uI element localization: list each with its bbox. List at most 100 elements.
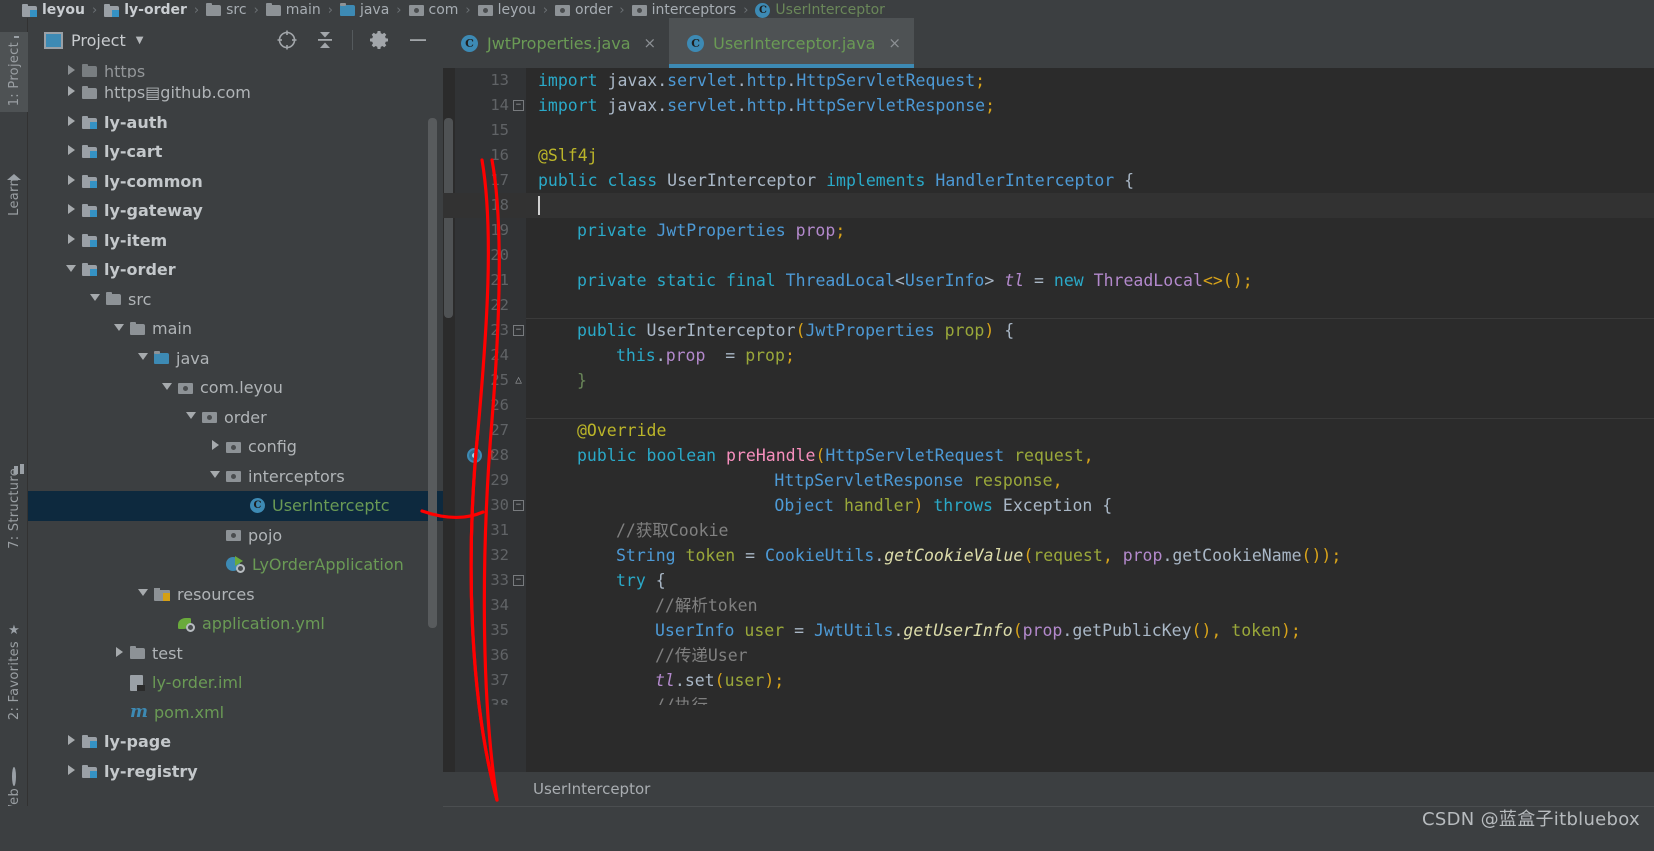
chevron-right-icon[interactable] — [208, 440, 222, 453]
code-line-24[interactable]: 24 this.prop = prop; — [443, 343, 1654, 368]
chevron-right-icon[interactable] — [64, 233, 78, 247]
tree-node-resources[interactable]: resources — [28, 580, 443, 610]
fold-end-icon[interactable]: △ — [513, 374, 524, 386]
code-line-32[interactable]: 32 String token = CookieUtils.getCookieVa… — [443, 543, 1654, 568]
code-line-38[interactable]: 38 //执行 — [443, 693, 1654, 705]
code-editor[interactable]: 13 import javax.servlet.http.HttpServletR… — [443, 68, 1654, 805]
code-line-15[interactable]: 15 — [443, 118, 1654, 143]
code-line-35[interactable]: 35 UserInfo user = JwtUtils.getUserInfo(p… — [443, 618, 1654, 643]
chevron-down-icon[interactable] — [88, 294, 102, 304]
tree-node-order[interactable]: order — [28, 403, 443, 433]
tree-node-config[interactable]: config — [28, 432, 443, 462]
breadcrumb-item-userinterceptor[interactable]: C UserInterceptor — [755, 2, 885, 18]
breadcrumb-item-src[interactable]: src — [206, 2, 247, 18]
breadcrumb-item-ly-order[interactable]: ly-order — [104, 2, 187, 18]
tree-node-ly-item[interactable]: ly-item — [28, 226, 443, 256]
tree-node-test[interactable]: test — [28, 639, 443, 669]
breadcrumb-item-main[interactable]: main — [265, 2, 321, 18]
tree-node-main[interactable]: main — [28, 314, 443, 344]
project-tree[interactable]: https https▤github.com ly-auth ly-cart ly-co… — [28, 62, 443, 842]
run-gutter-icon[interactable] — [467, 448, 482, 463]
chevron-down-icon[interactable] — [208, 471, 222, 481]
tree-node-userinterceptc[interactable]: C UserInterceptc — [28, 491, 443, 521]
chevron-right-icon[interactable] — [64, 735, 78, 748]
fold-collapse-icon[interactable]: − — [513, 325, 524, 336]
chevron-down-icon[interactable] — [112, 323, 126, 334]
code-line-27[interactable]: 27 @Override — [443, 418, 1654, 443]
gear-icon[interactable] — [369, 29, 391, 51]
code-line-33[interactable]: 33− try { — [443, 568, 1654, 593]
tool-window-tab-2-favorites[interactable]: ★ 2: Favorites — [0, 618, 28, 726]
tree-node-lyorderapplication[interactable]: LyOrderApplication — [28, 550, 443, 580]
tree-node-https-github-com[interactable]: https▤github.com — [28, 78, 443, 108]
code-line-21[interactable]: 21 private static final ThreadLocal<UserI… — [443, 268, 1654, 293]
tree-node-interceptors[interactable]: interceptors — [28, 462, 443, 492]
code-line-26[interactable]: 26 — [443, 393, 1654, 418]
minimize-icon[interactable] — [407, 29, 429, 51]
code-line-25[interactable]: 25 △} — [443, 368, 1654, 393]
tree-node-java[interactable]: java — [28, 344, 443, 374]
code-line-29[interactable]: 29 HttpServletResponse response, — [443, 468, 1654, 493]
code-lines[interactable]: 13 import javax.servlet.http.HttpServletR… — [443, 68, 1654, 805]
fold-collapse-icon[interactable]: − — [513, 500, 524, 511]
tree-node-ly-common[interactable]: ly-common — [28, 167, 443, 197]
chevron-right-icon[interactable] — [64, 115, 78, 129]
code-line-30[interactable]: 30− Object handler) throws Exception { — [443, 493, 1654, 518]
chevron-right-icon[interactable] — [64, 174, 78, 188]
code-line-20[interactable]: 20 — [443, 243, 1654, 268]
breadcrumb-item-order[interactable]: order — [555, 2, 612, 18]
breadcrumb-item-leyou[interactable]: leyou — [22, 2, 85, 18]
chevron-down-icon[interactable] — [184, 412, 198, 422]
tree-node-ly-auth[interactable]: ly-auth — [28, 108, 443, 138]
collapse-all-icon[interactable] — [314, 29, 336, 51]
fold-collapse-icon[interactable]: − — [513, 100, 524, 111]
tree-node-https[interactable]: https — [28, 64, 443, 78]
close-icon[interactable]: × — [888, 34, 901, 52]
chevron-right-icon[interactable] — [64, 764, 78, 778]
code-line-23[interactable]: 23− public UserInterceptor(JwtProperties … — [443, 318, 1654, 343]
code-line-17[interactable]: 17 public class UserInterceptor implement… — [443, 168, 1654, 193]
tool-window-tab-learn[interactable]: Learn — [0, 153, 28, 222]
code-line-22[interactable]: 22 — [443, 293, 1654, 318]
tree-node-pom-xml[interactable]: m pom.xml — [28, 698, 443, 728]
tool-window-tab-1-project[interactable]: 1: Project — [0, 32, 28, 113]
code-line-34[interactable]: 34 //解析token — [443, 593, 1654, 618]
tree-node-ly-gateway[interactable]: ly-gateway — [28, 196, 443, 226]
code-line-14[interactable]: 14− import javax.servlet.http.HttpServlet… — [443, 93, 1654, 118]
chevron-down-icon[interactable]: ▼ — [136, 35, 144, 46]
tree-node-ly-registry[interactable]: ly-registry — [28, 757, 443, 787]
tree-node-src[interactable]: src — [28, 285, 443, 315]
code-line-13[interactable]: 13 import javax.servlet.http.HttpServletR… — [443, 68, 1654, 93]
code-line-36[interactable]: 36 //传递User — [443, 643, 1654, 668]
tree-node-com-leyou[interactable]: com.leyou — [28, 373, 443, 403]
chevron-down-icon[interactable] — [136, 589, 150, 599]
editor-tab-userinterceptor-java[interactable]: C UserInterceptor.java × — [669, 18, 914, 68]
tree-node-ly-order-iml[interactable]: ly-order.iml — [28, 668, 443, 698]
close-icon[interactable]: × — [644, 34, 657, 52]
locate-icon[interactable] — [276, 29, 298, 51]
fold-collapse-icon[interactable]: − — [513, 575, 524, 586]
code-line-31[interactable]: 31 //获取Cookie — [443, 518, 1654, 543]
chevron-down-icon[interactable] — [136, 353, 150, 363]
chevron-right-icon[interactable] — [64, 86, 78, 99]
breadcrumb-item-leyou[interactable]: leyou — [477, 2, 536, 18]
tree-node-application-yml[interactable]: application.yml — [28, 609, 443, 639]
breadcrumb-item-java[interactable]: java — [339, 2, 389, 18]
chevron-right-icon[interactable] — [64, 64, 78, 78]
code-line-37[interactable]: 37 tl.set(user); — [443, 668, 1654, 693]
tree-node-ly-page[interactable]: ly-page — [28, 727, 443, 757]
code-line-16[interactable]: 16 @Slf4j — [443, 143, 1654, 168]
tree-node-ly-cart[interactable]: ly-cart — [28, 137, 443, 167]
project-tree-scrollbar[interactable] — [428, 118, 437, 628]
chevron-right-icon[interactable] — [64, 145, 78, 158]
breadcrumb-item-interceptors[interactable]: interceptors — [631, 2, 736, 18]
implementing-method-icon[interactable]: ↑ — [487, 446, 497, 462]
code-line-19[interactable]: 19 private JwtProperties prop; — [443, 218, 1654, 243]
chevron-down-icon[interactable] — [64, 264, 78, 275]
tree-node-pojo[interactable]: pojo — [28, 521, 443, 551]
chevron-right-icon[interactable] — [64, 204, 78, 217]
code-line-28[interactable]: 28 ↑ public boolean preHandle(HttpServletR… — [443, 443, 1654, 468]
tree-node-ly-order[interactable]: ly-order — [28, 255, 443, 285]
breadcrumb-item-com[interactable]: com — [408, 2, 458, 18]
editor-tab-jwtproperties-java[interactable]: C JwtProperties.java × — [443, 18, 669, 68]
